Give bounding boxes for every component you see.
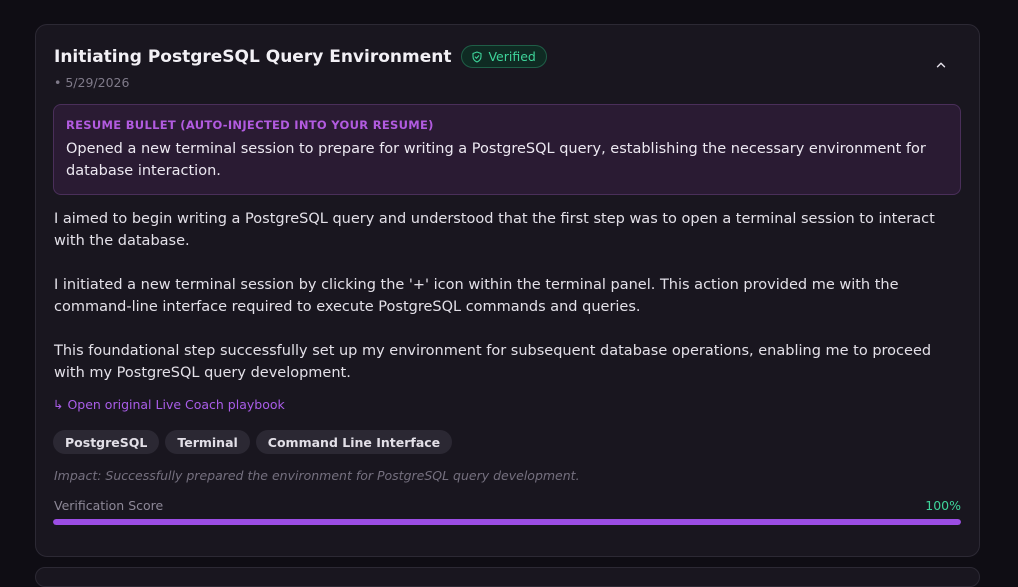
tag-postgresql: PostgreSQL — [53, 430, 160, 454]
verification-score-value: 100% — [925, 498, 961, 513]
card-title: Initiating PostgreSQL Query Environment — [54, 46, 452, 67]
card-description: I aimed to begin writing a PostgreSQL qu… — [54, 208, 959, 406]
verification-score-label: Verification Score — [54, 498, 164, 513]
verified-badge-label: Verified — [488, 49, 536, 64]
achievement-card: Initiating PostgreSQL Query Environment … — [35, 24, 980, 557]
card-header: Initiating PostgreSQL Query Environment … — [54, 45, 547, 68]
description-paragraph: I aimed to begin writing a PostgreSQL qu… — [54, 211, 935, 249]
verification-score-fill — [53, 519, 961, 525]
shield-check-icon — [472, 50, 483, 63]
tag-terminal: Terminal — [165, 430, 250, 454]
description-paragraph: I initiated a new terminal session by cl… — [54, 277, 899, 315]
resume-bullet-label: RESUME BULLET (AUTO-INJECTED INTO YOUR R… — [66, 118, 434, 132]
impact-text: Impact: Successfully prepared the enviro… — [54, 468, 580, 483]
open-playbook-link[interactable]: ↳ Open original Live Coach playbook — [53, 397, 285, 412]
resume-bullet-box: RESUME BULLET (AUTO-INJECTED INTO YOUR R… — [53, 104, 961, 195]
collapse-button[interactable] — [931, 55, 951, 75]
verified-badge: Verified — [461, 45, 547, 68]
chevron-up-icon — [936, 62, 946, 68]
resume-bullet-text: Opened a new terminal session to prepare… — [66, 141, 926, 179]
tag-command-line-interface: Command Line Interface — [255, 430, 453, 454]
card-date: • 5/29/2026 — [54, 75, 130, 90]
description-paragraph: This foundational step successfully set … — [54, 343, 932, 381]
verification-score-bar — [53, 519, 961, 525]
next-card — [35, 567, 980, 587]
tag-list: PostgreSQL Terminal Command Line Interfa… — [53, 430, 453, 454]
